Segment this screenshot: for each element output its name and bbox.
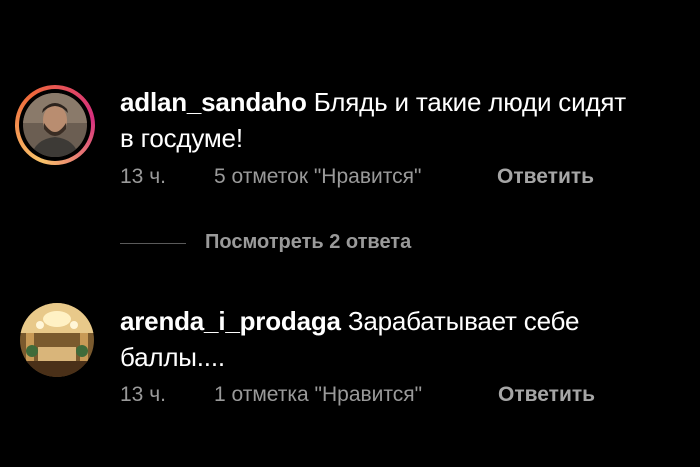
comment-item: arenda_i_prodaga Зарабатывает себе баллы…: [0, 0, 700, 467]
username[interactable]: arenda_i_prodaga: [120, 306, 341, 336]
reply-button[interactable]: Ответить: [498, 383, 595, 407]
likes-count[interactable]: 1 отметка "Нравится": [214, 383, 422, 407]
comment-body: arenda_i_prodaga Зарабатывает себе баллы…: [120, 303, 640, 375]
comment-time: 13 ч.: [120, 383, 166, 406]
interior-photo-icon[interactable]: [20, 303, 94, 377]
